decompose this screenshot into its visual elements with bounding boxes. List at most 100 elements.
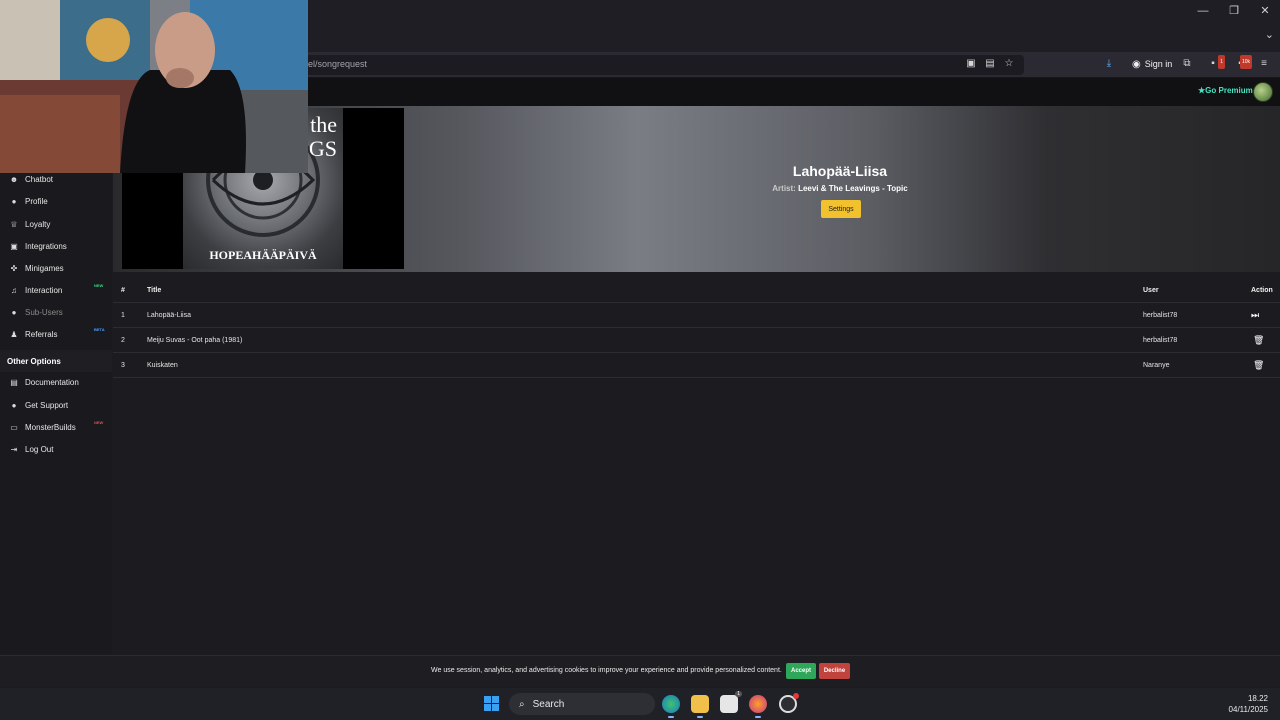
tab-list-chevron-icon[interactable]: ⌄ bbox=[1265, 28, 1274, 41]
sidebar-item-get-support[interactable]: ● Get Support bbox=[0, 394, 112, 416]
sidebar-item-interaction[interactable]: ♫ Interaction NEW bbox=[0, 279, 112, 301]
album-title-text: HOPEAHÄÄPÄIVÄ bbox=[209, 248, 317, 262]
url-text[interactable]: el/songrequest bbox=[308, 59, 367, 69]
row-num: 1 bbox=[121, 312, 125, 319]
table-row: 1 Lahopää-Liisa herbalist78 ⏭ bbox=[113, 303, 1280, 328]
sidebar-item-profile[interactable]: ● Profile bbox=[0, 190, 112, 212]
header-user: User bbox=[1143, 287, 1159, 294]
sidebar-item-label: Loyalty bbox=[25, 219, 51, 229]
go-premium-label: Go Premium bbox=[1205, 86, 1253, 95]
file-explorer-icon[interactable] bbox=[691, 695, 709, 718]
header-title: Title bbox=[147, 287, 162, 294]
robot-icon: ☻ bbox=[9, 174, 19, 184]
gamepad-icon: ✜ bbox=[10, 263, 18, 273]
sidebar-item-referrals[interactable]: ♟ Referrals BETA bbox=[0, 323, 112, 345]
now-playing-title: Lahopää-Liisa bbox=[792, 163, 888, 179]
settings-button[interactable]: Settings bbox=[821, 200, 861, 218]
picture-in-picture-icon[interactable]: ▣ bbox=[963, 57, 979, 71]
row-title: Meiju Suvas - Oot paha (1981) bbox=[147, 337, 243, 344]
downloads-icon[interactable]: ⤓ bbox=[1101, 57, 1117, 71]
logout-icon: ⇥ bbox=[10, 444, 18, 454]
sidebar-item-documentation[interactable]: ▤ Documentation bbox=[0, 371, 112, 393]
extension-icon-2[interactable]: ▪10k bbox=[1232, 55, 1252, 71]
users-icon: ● bbox=[11, 307, 17, 317]
album-text-gs: GS bbox=[308, 136, 337, 161]
firefox-icon[interactable] bbox=[749, 695, 767, 718]
close-icon[interactable]: ✕ bbox=[1250, 2, 1280, 20]
restore-icon[interactable]: ❐ bbox=[1219, 2, 1249, 20]
row-title: Kuiskaten bbox=[147, 362, 178, 369]
store-badge: 1 bbox=[735, 691, 742, 697]
sidebar-item-label: Referrals bbox=[25, 329, 58, 339]
edge-browser-icon[interactable] bbox=[662, 695, 680, 718]
hamburger-menu-icon[interactable]: ≡ bbox=[1256, 57, 1272, 71]
sidebar-item-label: Minigames bbox=[25, 263, 64, 273]
extension-badge-1: 1 bbox=[1218, 55, 1225, 69]
album-text-the: the bbox=[310, 112, 337, 137]
artist-name: Leevi & The Leavings - Topic bbox=[798, 184, 908, 193]
table-row: 3 Kuiskaten Naranye 🗑 bbox=[113, 353, 1280, 378]
sidebar-item-label: Log Out bbox=[25, 444, 54, 454]
user-icon: ● bbox=[11, 196, 17, 206]
row-user: herbalist78 bbox=[1143, 312, 1178, 319]
puzzle-icon: ▣ bbox=[10, 241, 18, 251]
laptop-icon: ▭ bbox=[10, 422, 18, 432]
taskbar-search-label: Search bbox=[532, 698, 565, 710]
trash-icon[interactable]: 🗑 bbox=[1253, 335, 1264, 346]
sidebar-item-minigames[interactable]: ✜ Minigames bbox=[0, 257, 112, 279]
avatar[interactable] bbox=[1253, 82, 1273, 102]
go-premium-link[interactable]: ★Go Premium bbox=[1198, 86, 1253, 95]
now-playing-artist: Artist: Leevi & The Leavings - Topic bbox=[700, 184, 980, 193]
book-icon: ▤ bbox=[10, 377, 18, 387]
sidebar-section-title: Other Options bbox=[0, 350, 112, 372]
minimize-icon[interactable]: — bbox=[1188, 2, 1218, 20]
sidebar-item-label: Chatbot bbox=[25, 174, 54, 184]
row-user: Naranye bbox=[1143, 362, 1170, 369]
accept-cookies-button[interactable]: Accept bbox=[786, 663, 816, 679]
reader-view-icon[interactable]: ▤ bbox=[982, 57, 998, 71]
new-badge: NEW bbox=[94, 283, 104, 288]
sidebar-item-label: Sub-Users bbox=[25, 307, 63, 317]
sidebar-item-sub-users[interactable]: ● Sub-Users bbox=[0, 301, 112, 323]
sign-in-label: Sign in bbox=[1144, 59, 1173, 69]
sidebar-item-loyalty[interactable]: ♕ Loyalty bbox=[0, 213, 112, 235]
row-num: 2 bbox=[121, 337, 125, 344]
trophy-icon: ♕ bbox=[10, 219, 18, 229]
search-icon: ⌕ bbox=[519, 698, 525, 710]
sidebar-item-label: Documentation bbox=[25, 377, 79, 387]
store-icon[interactable]: 1 bbox=[720, 691, 742, 713]
skip-icon[interactable]: ⏭ bbox=[1251, 310, 1259, 321]
new-badge: NEW bbox=[94, 420, 104, 425]
sidebar-item-integrations[interactable]: ▣ Integrations bbox=[0, 235, 112, 257]
sign-in-button[interactable]: ◉ Sign in bbox=[1126, 55, 1178, 73]
sidebar-item-label: Get Support bbox=[25, 400, 69, 410]
clock-time: 18.22 bbox=[1247, 694, 1268, 703]
webcam-overlay bbox=[0, 0, 308, 173]
music-icon: ♫ bbox=[11, 285, 17, 295]
row-title: Lahopää-Liisa bbox=[147, 312, 191, 319]
system-clock[interactable]: 18.22 04/11/2025 bbox=[1218, 693, 1268, 715]
sidebar-item-label: MonsterBuilds bbox=[25, 422, 76, 432]
referral-icon: ♟ bbox=[10, 329, 18, 339]
header-action: Action bbox=[1251, 287, 1273, 294]
trash-icon[interactable]: 🗑 bbox=[1253, 360, 1264, 371]
sidebar-item-label: Interaction bbox=[25, 285, 63, 295]
windows-start-icon[interactable] bbox=[484, 696, 500, 712]
obs-studio-icon[interactable] bbox=[779, 693, 799, 713]
artist-label: Artist: bbox=[772, 184, 796, 193]
recording-dot-icon bbox=[793, 693, 799, 699]
beta-badge: BETA bbox=[94, 327, 105, 332]
taskbar-search[interactable]: ⌕ Search bbox=[509, 693, 655, 715]
extensions-puzzle-icon[interactable]: ⧉ bbox=[1179, 57, 1195, 71]
help-icon: ● bbox=[11, 400, 17, 410]
bookmark-star-icon[interactable]: ☆ bbox=[1001, 57, 1017, 71]
sidebar-item-log-out[interactable]: ⇥ Log Out bbox=[0, 438, 112, 460]
extension-icon-1[interactable]: ▪ 1 bbox=[1205, 55, 1225, 71]
decline-cookies-button[interactable]: Decline bbox=[819, 663, 850, 679]
sidebar-item-monsterbuilds[interactable]: ▭ MonsterBuilds NEW bbox=[0, 416, 112, 438]
account-icon: ◉ bbox=[1132, 58, 1141, 70]
table-row: 2 Meiju Suvas - Oot paha (1981) herbalis… bbox=[113, 328, 1280, 353]
sidebar-item-label: Integrations bbox=[25, 241, 67, 251]
clock-date: 04/11/2025 bbox=[1228, 705, 1268, 714]
row-num: 3 bbox=[121, 362, 125, 369]
